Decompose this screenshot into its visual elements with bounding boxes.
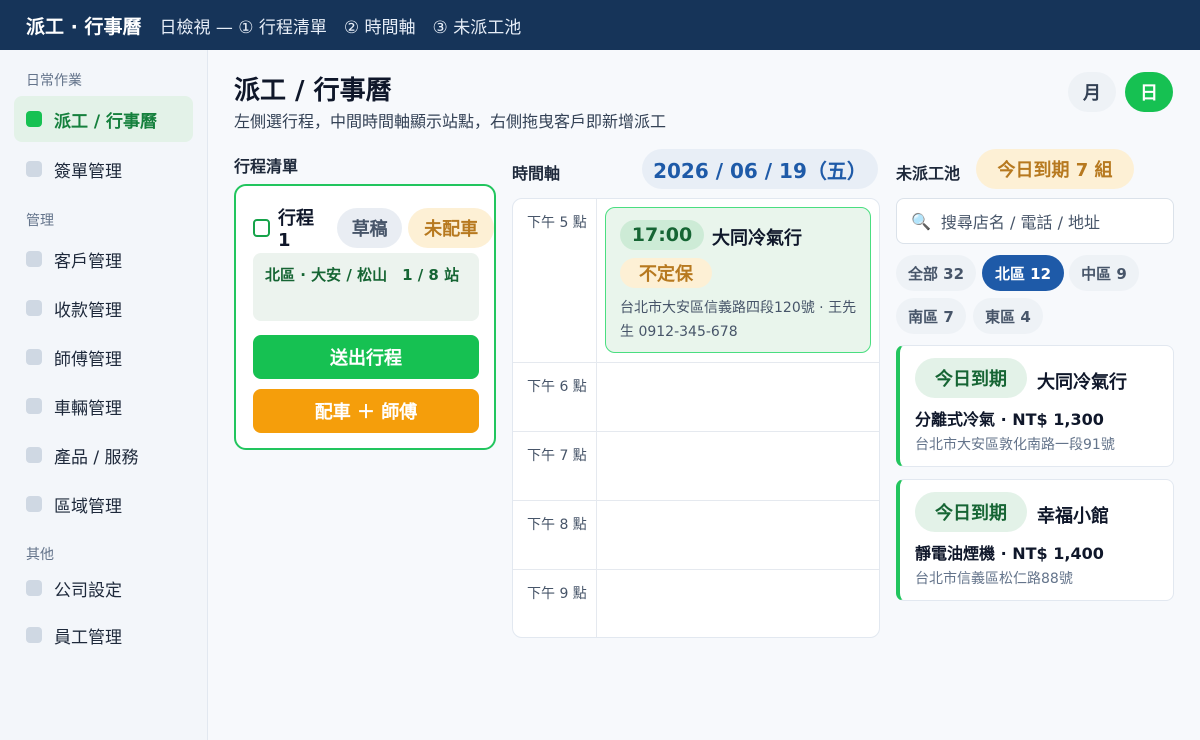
sidebar-item-regions[interactable]: 區域管理 — [14, 481, 193, 527]
trip-card[interactable]: 行程 1 草稿 未配車 北區 · 大安 / 松山 1 / 8 站 送出行程 配車… — [234, 184, 496, 450]
region-filter-north[interactable]: 北區 12 — [982, 255, 1064, 291]
customer-address: 台北市大安區敦化南路一段91號 — [915, 437, 1115, 453]
hour-label: 下午 8 點 — [513, 501, 597, 569]
event-time: 17:00 — [620, 220, 704, 250]
sidebar-item-label: 公司設定 — [54, 580, 122, 601]
month-view-button[interactable]: 月 — [1068, 72, 1116, 112]
timeline-row[interactable]: 下午 7 點 — [513, 431, 879, 500]
sidebar: 日常作業 派工 / 行事曆 簽單管理 管理 客戶管理 收款管理 師傅管理 車輛管… — [0, 50, 208, 740]
nav-dot-icon — [26, 580, 42, 596]
sidebar-item-company[interactable]: 公司設定 — [14, 565, 193, 611]
sidebar-item-label: 員工管理 — [54, 627, 122, 648]
sidebar-section-daily: 日常作業 — [26, 73, 82, 89]
timeline-row[interactable]: 下午 8 點 — [513, 500, 879, 569]
customer-card[interactable]: 今日到期 幸福小館 靜電油煙機 · NT$ 1,400 台北市信義區松仁路88號 — [896, 479, 1174, 601]
region-filter-central[interactable]: 中區 9 — [1069, 255, 1139, 291]
sidebar-section-manage: 管理 — [26, 213, 54, 229]
trip-area-info: 北區 · 大安 / 松山 1 / 8 站 — [253, 253, 479, 321]
view-subtitle: 日檢視 — ① 行程清單 ② 時間軸 ③ 未派工池 — [159, 17, 522, 38]
sidebar-item-dispatch[interactable]: 派工 / 行事曆 — [14, 96, 193, 142]
nav-dot-icon — [26, 111, 42, 127]
sidebar-item-label: 客戶管理 — [54, 251, 122, 272]
sidebar-item-orders[interactable]: 簽單管理 — [14, 146, 193, 192]
sidebar-item-label: 收款管理 — [54, 300, 122, 321]
page-title: 派工 / 行事曆 — [234, 76, 392, 106]
nav-dot-icon — [26, 496, 42, 512]
customer-service: 分離式冷氣 · NT$ 1,300 — [915, 410, 1104, 429]
date-selector[interactable]: 2026 / 06 / 19（五） — [642, 149, 878, 189]
timeline-label: 時間軸 — [512, 164, 561, 183]
due-today-tag: 今日到期 — [915, 492, 1027, 532]
nav-dot-icon — [26, 251, 42, 267]
hour-label: 下午 6 點 — [513, 363, 597, 431]
sidebar-item-label: 師傅管理 — [54, 349, 122, 370]
due-today-badge: 今日到期 7 組 — [976, 149, 1134, 189]
trip-list-label: 行程清單 — [234, 157, 299, 176]
nav-dot-icon — [26, 627, 42, 643]
customer-service: 靜電油煙機 · NT$ 1,400 — [915, 544, 1104, 563]
customer-search-input[interactable]: 🔍 搜尋店名 / 電話 / 地址 — [896, 198, 1174, 244]
page-description: 左側選行程，中間時間軸顯示站點，右側拖曳客戶即新增派工 — [234, 112, 667, 131]
region-filter-east[interactable]: 東區 4 — [973, 298, 1043, 334]
due-today-tag: 今日到期 — [915, 358, 1027, 398]
timeline-grid: 下午 5 點 17:00 大同冷氣行 不定保 台北市大安區信義路四段120號 ·… — [512, 198, 880, 638]
search-placeholder: 搜尋店名 / 電話 / 地址 — [940, 213, 1101, 232]
send-trip-button[interactable]: 送出行程 — [253, 335, 479, 379]
sidebar-item-payments[interactable]: 收款管理 — [14, 285, 193, 331]
nav-dot-icon — [26, 349, 42, 365]
nav-dot-icon — [26, 300, 42, 316]
event-tag: 不定保 — [620, 258, 712, 288]
customer-name: 幸福小館 — [1037, 506, 1109, 527]
event-address: 台北市大安區信義路四段120號 · 王先生 0912-345-678 — [620, 300, 857, 340]
sidebar-item-label: 簽單管理 — [54, 161, 122, 182]
hour-label: 下午 7 點 — [513, 432, 597, 500]
customer-name: 大同冷氣行 — [1037, 372, 1127, 393]
nav-dot-icon — [26, 447, 42, 463]
trip-checkbox[interactable] — [253, 218, 271, 237]
search-icon: 🔍 — [911, 211, 931, 231]
sidebar-item-label: 派工 / 行事曆 — [54, 111, 158, 132]
sidebar-item-staff[interactable]: 員工管理 — [14, 612, 193, 658]
region-filter-all[interactable]: 全部 32 — [896, 255, 976, 291]
timeline-row[interactable]: 下午 5 點 17:00 大同冷氣行 不定保 台北市大安區信義路四段120號 ·… — [513, 199, 879, 362]
sidebar-item-label: 區域管理 — [54, 496, 122, 517]
hour-label: 下午 5 點 — [513, 199, 597, 362]
day-view-button[interactable]: 日 — [1125, 72, 1173, 112]
hour-label: 下午 9 點 — [513, 570, 597, 637]
nav-dot-icon — [26, 161, 42, 177]
draft-badge: 草稿 — [337, 207, 403, 248]
customer-address: 台北市信義區松仁路88號 — [915, 571, 1073, 587]
event-customer-name: 大同冷氣行 — [712, 228, 802, 249]
timeline-row[interactable]: 下午 9 點 — [513, 569, 879, 637]
unassigned-pool-label: 未派工池 — [896, 164, 961, 183]
sidebar-item-products[interactable]: 產品 / 服務 — [14, 432, 193, 478]
nav-dot-icon — [26, 398, 42, 414]
unassigned-vehicle-badge: 未配車 — [408, 207, 494, 248]
assign-vehicle-technician-button[interactable]: 配車 ＋ 師傅 — [253, 389, 479, 433]
trip-header: 行程 1 草稿 未配車 — [253, 204, 494, 251]
sidebar-item-technicians[interactable]: 師傅管理 — [14, 334, 193, 380]
sidebar-item-label: 車輛管理 — [54, 398, 122, 419]
sidebar-item-label: 產品 / 服務 — [54, 447, 139, 468]
timeline-event[interactable]: 17:00 大同冷氣行 不定保 台北市大安區信義路四段120號 · 王先生 09… — [605, 207, 871, 353]
top-bar: 派工 · 行事曆 日檢視 — ① 行程清單 ② 時間軸 ③ 未派工池 — [0, 0, 1200, 50]
customer-card[interactable]: 今日到期 大同冷氣行 分離式冷氣 · NT$ 1,300 台北市大安區敦化南路一… — [896, 345, 1174, 467]
sidebar-section-other: 其他 — [26, 547, 54, 563]
trip-name: 行程 1 — [278, 208, 315, 251]
region-filter-south[interactable]: 南區 7 — [896, 298, 966, 334]
app-brand: 派工 · 行事曆 — [26, 15, 142, 38]
timeline-row[interactable]: 下午 6 點 — [513, 362, 879, 431]
sidebar-item-customers[interactable]: 客戶管理 — [14, 236, 193, 282]
sidebar-item-vehicles[interactable]: 車輛管理 — [14, 383, 193, 429]
